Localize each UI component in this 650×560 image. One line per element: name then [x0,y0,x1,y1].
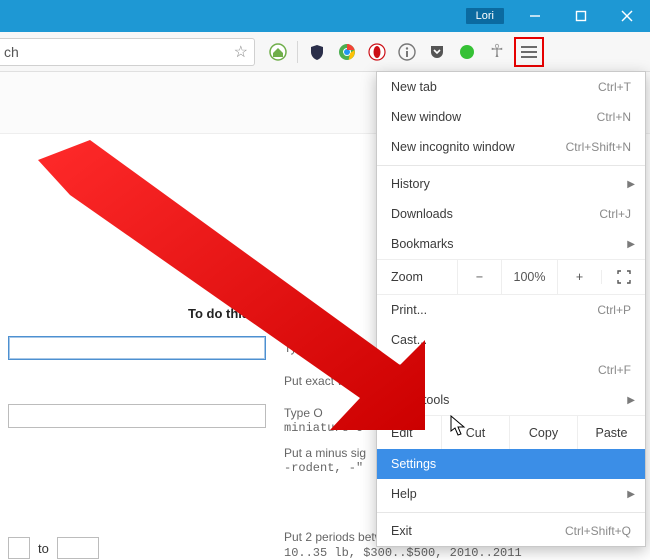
hint-exact-words: Put exact word [284,374,363,388]
fullscreen-button[interactable] [601,270,645,284]
menu-shortcut: Ctrl+N [597,110,631,124]
status-dot-icon[interactable] [456,41,478,63]
menu-label: Settings [391,457,631,471]
range-to-label: to [38,541,49,556]
menu-shortcut: Ctrl+F [598,363,631,377]
submenu-arrow-icon: ▶ [627,179,635,190]
hint-type-or-text: Type O [284,406,323,420]
menu-downloads[interactable]: Downloads Ctrl+J [377,199,645,229]
range-row: to [8,537,99,559]
menu-new-incognito[interactable]: New incognito window Ctrl+Shift+N [377,132,645,162]
menu-shortcut: Ctrl+J [599,207,631,221]
info-icon[interactable] [396,41,418,63]
menu-label: More tools [391,393,631,407]
submenu-arrow-icon: ▶ [627,489,635,500]
hint-type-or-mono: miniature O [284,421,363,435]
menu-label: Find... [391,363,598,377]
hint-minus-mono: -rodent, -" [284,461,363,475]
menu-label: Bookmarks [391,237,631,251]
bookmark-star-icon[interactable]: ☆ [234,42,248,62]
menu-label: History [391,177,631,191]
menu-print[interactable]: Print... Ctrl+P [377,295,645,325]
menu-new-window[interactable]: New window Ctrl+N [377,102,645,132]
menu-label: New window [391,110,597,124]
menu-shortcut: Ctrl+Shift+N [566,140,631,154]
menu-zoom-row: Zoom − 100% + [377,259,645,295]
zoom-label: Zoom [377,270,457,284]
menu-separator [377,165,645,166]
menu-new-tab[interactable]: New tab Ctrl+T [377,72,645,102]
hint-range-mono: 10..35 lb, $300..$500, 2010..2011 [284,546,620,560]
edit-paste-button[interactable]: Paste [577,416,645,449]
menu-bookmarks[interactable]: Bookmarks ▶ [377,229,645,259]
menu-separator [377,512,645,513]
menu-help[interactable]: Help ▶ [377,479,645,509]
menu-settings[interactable]: Settings [377,449,645,479]
opera-icon[interactable] [366,41,388,63]
omnibox[interactable]: ch ☆ [0,38,255,66]
shield-icon[interactable] [306,41,328,63]
ankh-icon[interactable]: ☥ [486,41,508,63]
hint-type-important: Type the impor [284,341,363,355]
menu-shortcut: Ctrl+T [598,80,631,94]
section-heading: To do this in [188,306,264,321]
home-icon[interactable] [267,41,289,63]
chrome-logo-icon[interactable] [336,41,358,63]
menu-label: Downloads [391,207,599,221]
edit-label: Edit [377,416,441,449]
zoom-value: 100% [501,260,557,294]
edit-copy-button[interactable]: Copy [509,416,577,449]
submenu-arrow-icon: ▶ [627,239,635,250]
user-badge[interactable]: Lori [466,8,504,24]
pocket-icon[interactable] [426,41,448,63]
menu-label: New incognito window [391,140,566,154]
toolbar-separator [297,41,298,63]
menu-exit[interactable]: Exit Ctrl+Shift+Q [377,516,645,546]
menu-label: Help [391,487,631,501]
hint-type-or: Type O miniature O [284,406,363,435]
menu-cast[interactable]: Cast... [377,325,645,355]
close-button[interactable] [604,0,650,32]
minimize-button[interactable] [512,0,558,32]
omnibox-text: ch [4,44,234,60]
menu-edit-row: Edit Cut Copy Paste [377,415,645,449]
window-titlebar: Lori [0,0,650,32]
mouse-cursor-icon [450,415,468,437]
zoom-out-button[interactable]: − [457,260,501,294]
menu-label: Cast... [391,333,631,347]
main-menu-button[interactable] [514,37,544,67]
menu-label: New tab [391,80,598,94]
extensions-row: ☥ [267,41,508,63]
submenu-arrow-icon: ▶ [627,395,635,406]
search-field-2[interactable] [8,404,266,428]
maximize-button[interactable] [558,0,604,32]
hint-minus-text: Put a minus sig [284,446,366,460]
search-field-1[interactable] [8,336,266,360]
menu-label: Exit [391,524,565,538]
main-menu: New tab Ctrl+T New window Ctrl+N New inc… [376,71,646,547]
menu-shortcut: Ctrl+P [597,303,631,317]
menu-label: Print... [391,303,597,317]
zoom-in-button[interactable]: + [557,260,601,294]
menu-shortcut: Ctrl+Shift+Q [565,524,631,538]
browser-toolbar: ch ☆ ☥ [0,32,650,72]
range-from-field[interactable] [8,537,30,559]
menu-history[interactable]: History ▶ [377,169,645,199]
menu-find[interactable]: Find... Ctrl+F [377,355,645,385]
hint-minus-sign: Put a minus sig -rodent, -" [284,446,366,475]
range-to-field[interactable] [57,537,99,559]
hamburger-icon [521,46,537,58]
menu-more-tools[interactable]: More tools ▶ [377,385,645,415]
